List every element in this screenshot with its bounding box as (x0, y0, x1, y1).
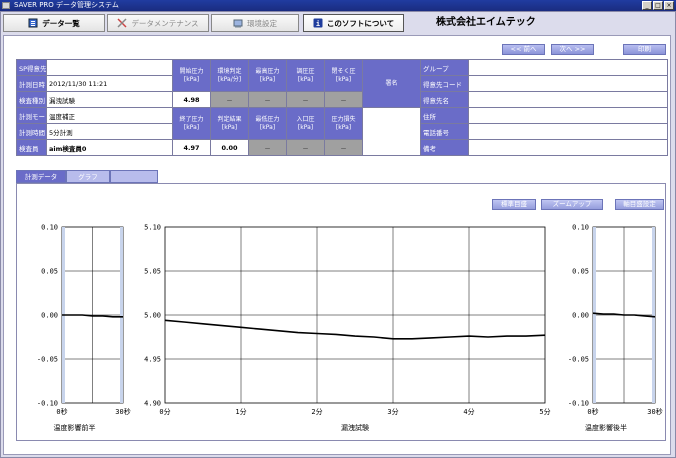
x-tick-label: 5分 (539, 407, 550, 416)
x-axis-label: 漏洩試験 (341, 423, 369, 432)
x-tick-label: 0分 (159, 407, 170, 416)
x-tick-label: 3分 (387, 407, 398, 416)
plot-edge-shade (652, 227, 655, 403)
x-tick-label: 30秒 (115, 407, 130, 416)
x-tick-label: 1分 (235, 407, 246, 416)
plot-edge-shade (120, 227, 123, 403)
y-tick-label: 0.00 (572, 312, 589, 320)
plot-edge-shade (593, 227, 596, 403)
y-tick-label: -0.05 (37, 356, 58, 364)
x-tick-label: 0秒 (587, 407, 598, 416)
y-tick-label: 0.05 (572, 268, 589, 276)
y-tick-label: 5.05 (144, 268, 161, 276)
y-tick-label: 0.05 (41, 268, 58, 276)
chart-main: 5.10 5.05 5.00 4.95 4.900分 1分 2分 3分 4分 5分漏洩試験 (144, 224, 550, 433)
y-tick-label: 0.00 (41, 312, 58, 320)
y-tick-label: 5.10 (144, 224, 161, 232)
y-tick-label: 0.10 (41, 224, 58, 232)
chart-before: 0.10 0.05 0.00 -0.05 -0.100秒 30秒温度影響前半 (37, 224, 131, 433)
y-tick-label: -0.10 (37, 400, 58, 408)
x-tick-label: 4分 (463, 407, 474, 416)
y-tick-label: -0.10 (568, 400, 589, 408)
y-tick-label: 4.90 (144, 400, 161, 408)
x-axis-label: 温度影響前半 (54, 423, 96, 432)
y-tick-label: 5.00 (144, 312, 161, 320)
y-tick-label: -0.05 (568, 356, 589, 364)
x-tick-label: 2分 (311, 407, 322, 416)
x-tick-label: 0秒 (56, 407, 67, 416)
charts-svg: 0.100.050.00-0.05-0.100秒 30秒温度影響前半5.105.0… (37, 224, 663, 433)
x-tick-label: 30秒 (647, 407, 662, 416)
y-tick-label: 4.95 (144, 356, 161, 364)
x-axis-label: 温度影響後半 (585, 423, 627, 432)
y-tick-label: 0.10 (572, 224, 589, 232)
chart-after: 0.10 0.05 0.00 -0.05 -0.100秒 30秒温度影響後半 (568, 224, 663, 433)
